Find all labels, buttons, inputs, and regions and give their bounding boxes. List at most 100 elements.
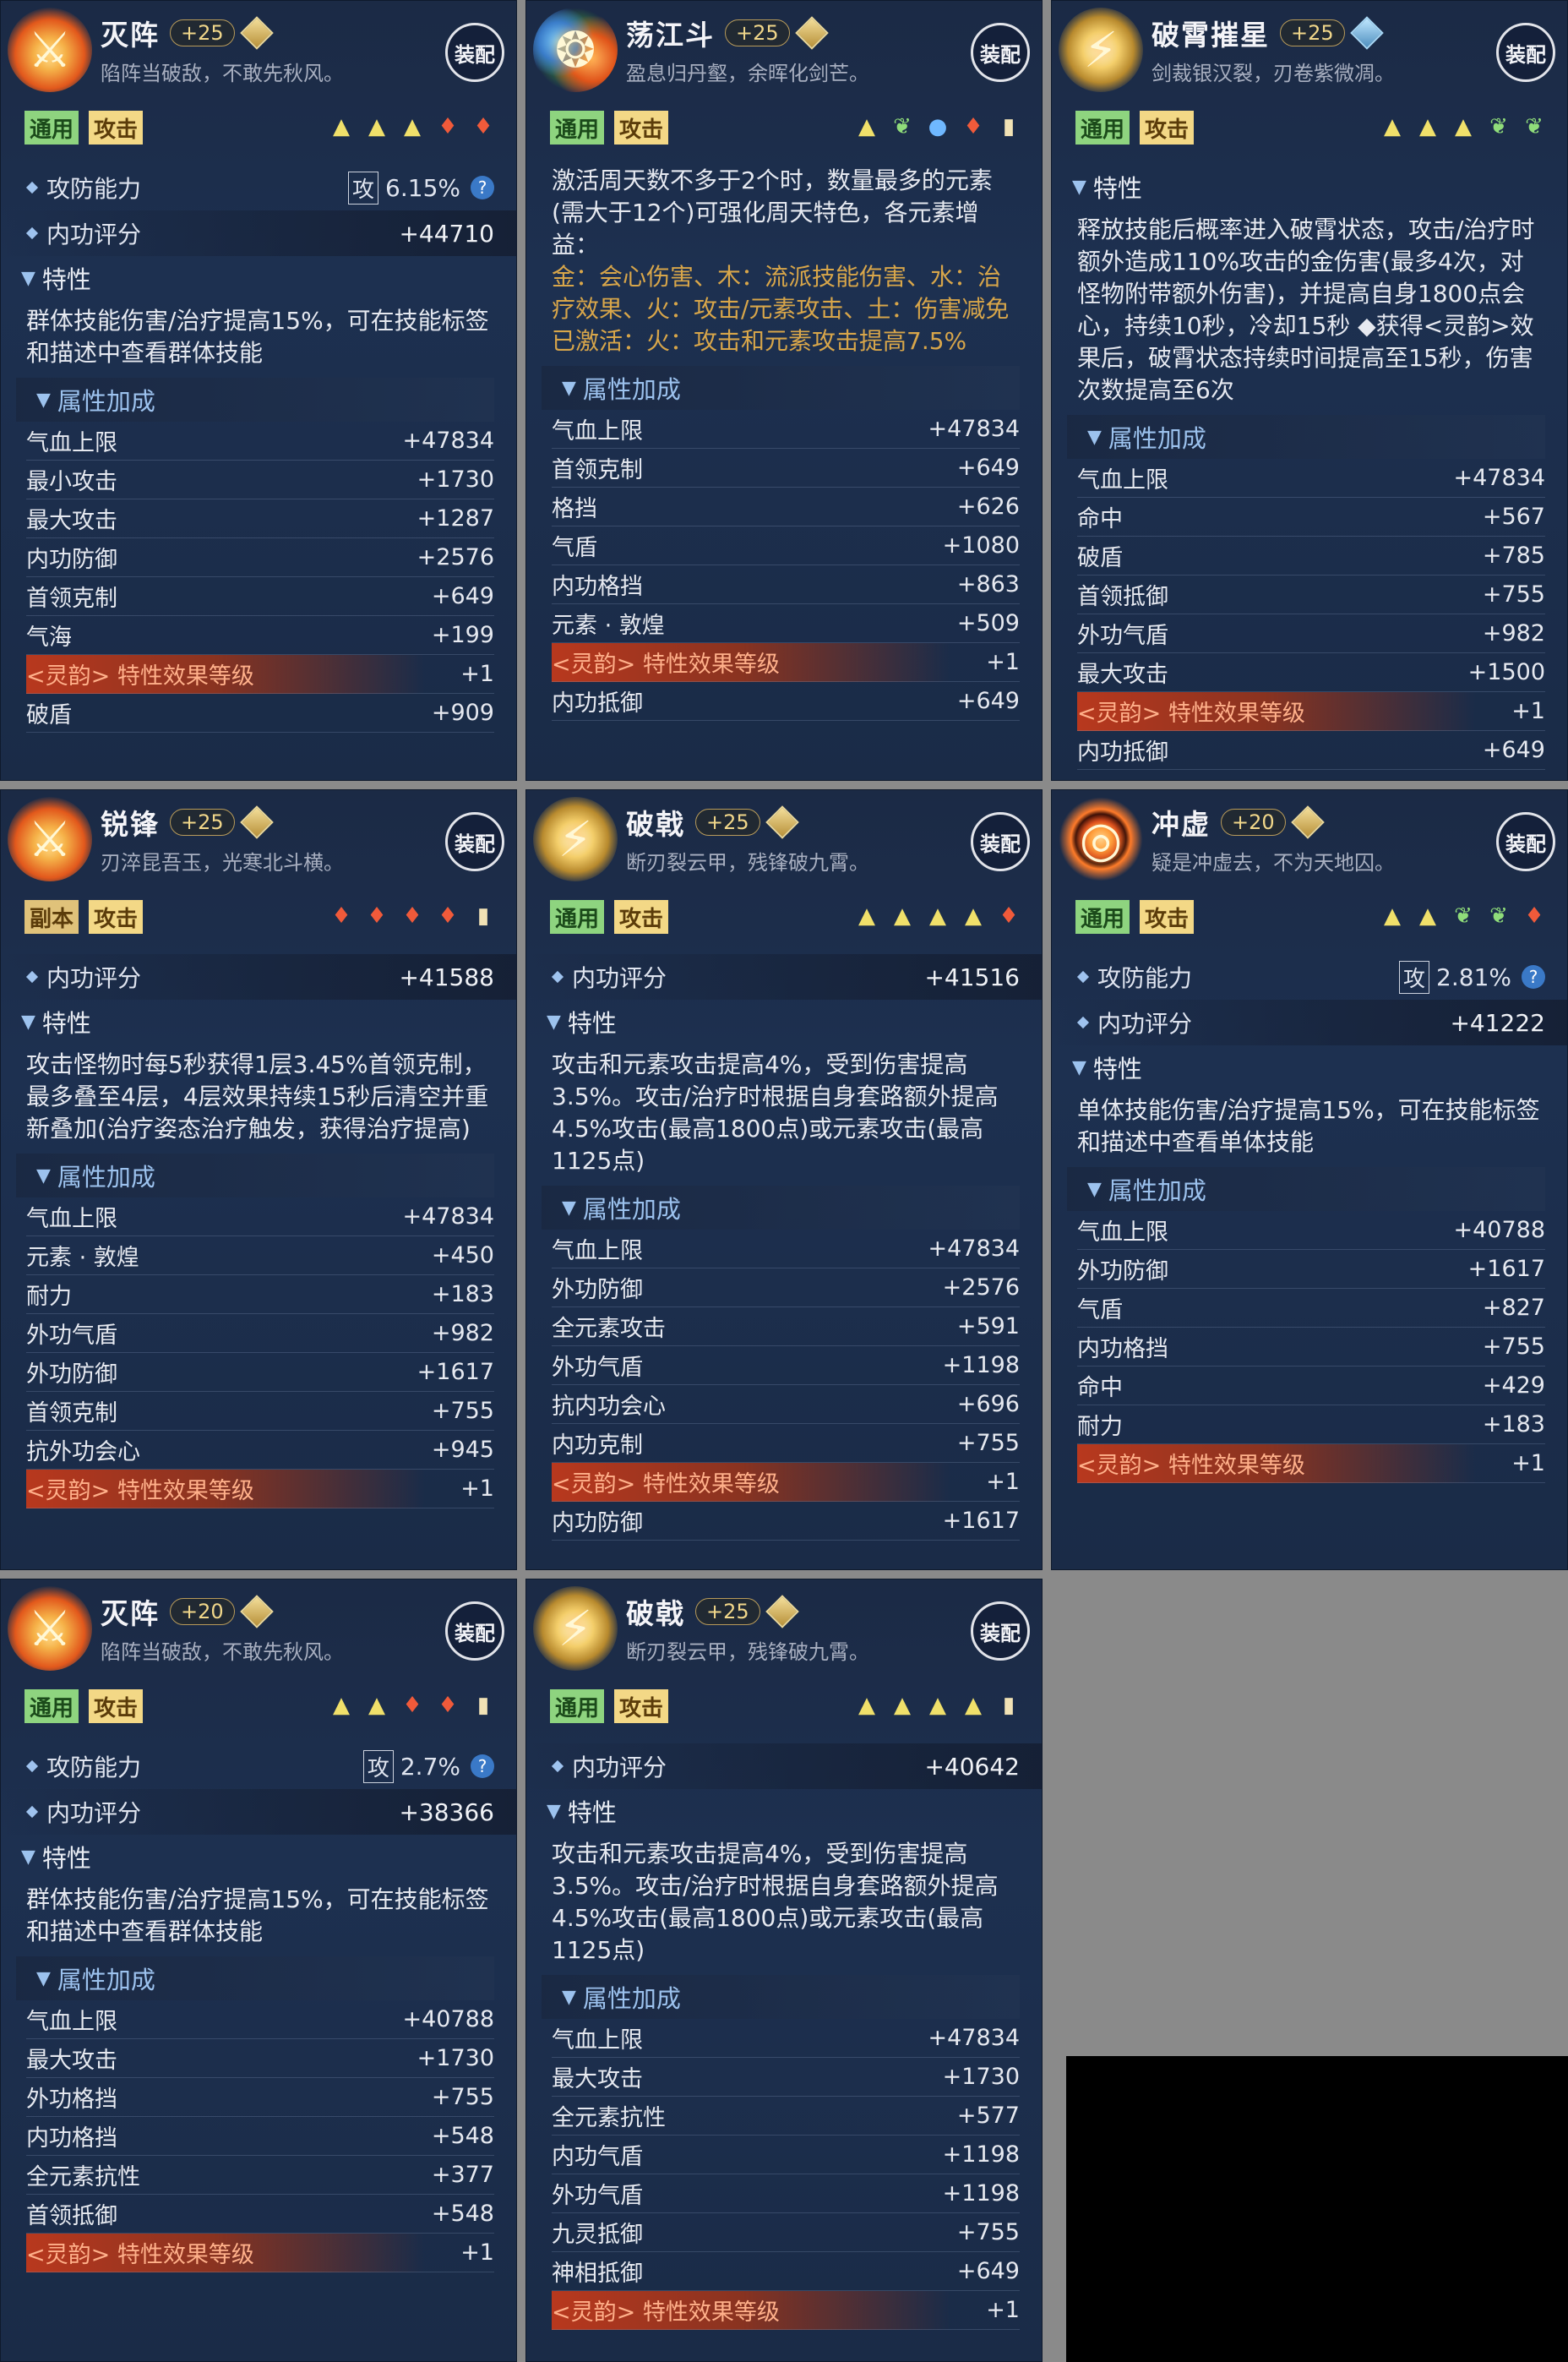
attribute-value: +1080: [942, 532, 1020, 559]
attribute-row: <灵韵> 特性效果等级 +1: [552, 2291, 1020, 2330]
help-icon[interactable]: ?: [471, 1754, 494, 1778]
equip-button[interactable]: 装配: [445, 1601, 504, 1661]
equip-button[interactable]: 装配: [971, 23, 1030, 82]
attribute-value: +1500: [1467, 659, 1545, 685]
trait-text: 群体技能伤害/治疗提高15%，可在技能标签和描述中查看群体技能: [26, 307, 489, 367]
enhance-level: +20: [1221, 809, 1286, 836]
attribute-name: 格挡: [552, 496, 597, 522]
tag-row: 通用 攻击 ▲ ▲ ▲ ♦ ♦: [1, 101, 516, 153]
tri-icon: ▲: [858, 903, 875, 929]
attribute-value: +649: [431, 583, 494, 609]
attribute-name: 首领克制: [26, 586, 117, 612]
attribute-row: 全元素抗性 +377: [26, 2156, 494, 2195]
tri-icon: ▲: [1419, 903, 1436, 929]
attribute-name: <灵韵> 特性效果等级: [26, 1478, 254, 1504]
score-row: 内功评分 +41222: [1052, 1000, 1567, 1045]
equip-button[interactable]: 装配: [445, 812, 504, 871]
equip-button[interactable]: 装配: [445, 23, 504, 82]
attribute-row: <灵韵> 特性效果等级 +1: [552, 1463, 1020, 1502]
trait-label: 特性: [41, 1009, 91, 1038]
trait-label: 特性: [1092, 174, 1142, 203]
attribute-value: +2576: [942, 1274, 1020, 1301]
equip-button[interactable]: 装配: [971, 812, 1030, 871]
attribute-row: 首领克制 +649: [26, 577, 494, 616]
atk-ability-value-wrap: 攻 2.7%?: [362, 1749, 494, 1783]
item-flavor-text: 刃淬昆吾玉，光寒北斗横。: [101, 851, 344, 875]
score-label: 内功评分: [46, 1799, 142, 1827]
attribute-name: 破盾: [1077, 545, 1123, 571]
attribute-name: 外功气盾: [26, 1323, 117, 1349]
bullet-icon: [551, 1759, 564, 1773]
chevron-down-icon: ▼: [21, 1011, 35, 1033]
title-row: 锐锋 +25: [101, 802, 274, 843]
chevron-down-icon: ▼: [1087, 426, 1102, 448]
atk-ability-label: 攻防能力: [46, 1754, 142, 1781]
trait-heading: ▼ 特性: [1052, 165, 1567, 209]
equip-button[interactable]: 装配: [1496, 812, 1555, 871]
tag-row: 通用 攻击 ▲ ❦ ● ♦ ▮: [526, 101, 1042, 153]
attribute-value: +1730: [416, 466, 494, 493]
title-row: 灭阵 +20: [101, 1591, 274, 1632]
attribute-value: +1: [986, 1469, 1020, 1495]
attribute-value: +1: [1511, 698, 1545, 724]
chevron-down-icon: ▼: [562, 1986, 576, 2008]
attribute-name: 内功气盾: [552, 2144, 643, 2170]
score-label: 内功评分: [572, 1754, 667, 1781]
bonus-label: 属性加成: [582, 1195, 681, 1224]
attribute-name: 抗外功会心: [26, 1439, 140, 1465]
trait-label: 特性: [1092, 1055, 1142, 1083]
trait-line: 金：会心伤害、木：流派技能伤害、水：治疗效果、火：攻击/元素攻击、土：伤害减免: [552, 263, 1010, 323]
help-icon[interactable]: ?: [471, 176, 494, 199]
attribute-row: 气血上限 +47834: [26, 1197, 494, 1236]
attribute-value: +1198: [942, 2180, 1020, 2207]
crossed-swords-icon: ⚔: [28, 810, 72, 868]
equipment-grid: ⚔ 灭阵 +25 陷阵当破敌，不敢先秋风。 装配 通用 攻击 ▲ ▲ ▲ ♦ ♦ 攻防能力攻 6.15%?…: [0, 0, 1568, 2362]
trait-heading: ▼ 特性: [1052, 1045, 1567, 1089]
attribute-name: 外功气盾: [552, 2183, 643, 2209]
equip-button[interactable]: 装配: [971, 1601, 1030, 1661]
attribute-name: 内功防御: [552, 1510, 643, 1536]
attribute-value: +40788: [402, 2006, 494, 2032]
crossed-swords-icon: ❂: [554, 21, 596, 79]
help-icon[interactable]: ?: [1522, 965, 1545, 989]
bullet-icon: [25, 1759, 39, 1773]
attribute-value: +377: [431, 2162, 494, 2188]
bonus-heading: ▼ 属性加成: [1067, 1167, 1545, 1211]
title-row: 破戟 +25: [626, 1591, 799, 1632]
attribute-name: 耐力: [1077, 1414, 1123, 1440]
tri-icon: ▲: [894, 903, 911, 929]
card-header: ⚡ 破戟 +25 断刃裂云甲，残锋破九霄。 装配: [526, 1579, 1042, 1679]
attribute-value: +1198: [942, 2141, 1020, 2168]
attribute-value: +548: [431, 2201, 494, 2227]
fire-icon: ♦: [331, 903, 351, 929]
bonus-heading: ▼ 属性加成: [542, 1975, 1020, 2019]
bullet-icon: [25, 1805, 39, 1819]
attribute-value: +1617: [1467, 1256, 1545, 1282]
attribute-row: 气盾 +827: [1077, 1289, 1545, 1328]
attribute-name: 气血上限: [26, 2009, 117, 2035]
chevron-down-icon: ▼: [562, 1197, 576, 1219]
card-header: ◎ 冲虚 +20 疑是冲虚去，不为天地囚。 装配: [1052, 790, 1567, 890]
element-icons: ▲ ▲ ♦ ♦ ▮: [330, 1693, 494, 1718]
attribute-name: 首领克制: [26, 1400, 117, 1426]
drop-icon: ●: [928, 114, 948, 139]
bonus-label: 属性加成: [582, 375, 681, 404]
attribute-row: 首领克制 +755: [26, 1392, 494, 1431]
item-flavor-text: 断刃裂云甲，残锋破九霄。: [626, 851, 869, 875]
attribute-value: +40788: [1453, 1217, 1545, 1243]
attribute-name: 命中: [1077, 506, 1123, 532]
bonus-label: 属性加成: [1108, 1176, 1206, 1205]
attribute-name: 耐力: [26, 1284, 72, 1310]
attribute-row: 气血上限 +47834: [552, 1230, 1020, 1268]
chevron-down-icon: ▼: [36, 389, 51, 411]
tag-type: 攻击: [1140, 111, 1195, 145]
equipment-card: ❂ 荡江斗 +25 盈息归丹壑，余晖化剑芒。 装配 通用 攻击 ▲ ❦ ● ♦ ▮ 激活周天数不多于2个…: [525, 0, 1043, 781]
card-header: ⚔ 灭阵 +20 陷阵当破敌，不敢先秋风。 装配: [1, 1579, 516, 1679]
equip-button[interactable]: 装配: [1496, 23, 1555, 82]
attribute-value: +1: [460, 1476, 494, 1502]
leaf-icon: ❦: [1489, 114, 1508, 139]
attribute-row: 抗内功会心 +696: [552, 1385, 1020, 1424]
item-icon: ⚔: [8, 8, 92, 92]
chevron-down-icon: ▼: [547, 1800, 561, 1822]
